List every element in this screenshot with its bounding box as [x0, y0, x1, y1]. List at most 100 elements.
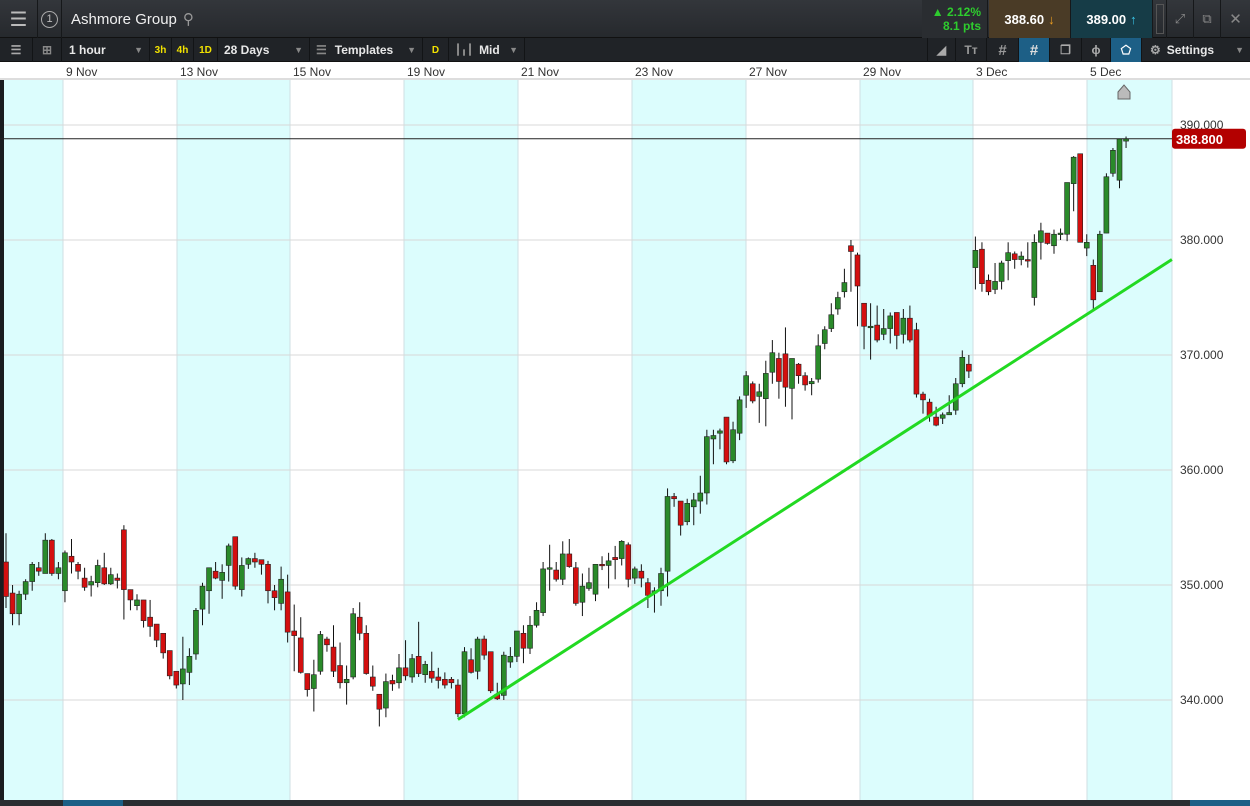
candle-up — [239, 565, 245, 590]
close-icon[interactable]: ✕ — [1221, 0, 1250, 38]
x-tick-label: 13 Nov — [180, 65, 219, 79]
candle-up — [108, 574, 114, 585]
chevron-down-icon: ▼ — [134, 45, 143, 55]
candle-down — [1077, 153, 1083, 243]
bottom-scrollbar[interactable] — [0, 800, 1250, 806]
candle-up — [762, 373, 769, 399]
arrow-down-icon: ↓ — [1048, 11, 1055, 27]
candle-down — [402, 667, 409, 677]
candle-down — [487, 651, 494, 692]
settings-button[interactable]: ⚙ Settings ▼ — [1142, 38, 1250, 62]
candle-up — [1103, 176, 1110, 234]
interval-3h-button[interactable]: 3h — [150, 38, 172, 62]
day-stripe — [1087, 80, 1172, 800]
x-tick-label: 21 Nov — [521, 65, 560, 79]
layers-icon[interactable]: ❐ — [1050, 38, 1082, 62]
candle-down — [232, 536, 239, 587]
settings-label: Settings — [1166, 43, 1215, 57]
left-edge — [0, 80, 4, 800]
day-stripe — [177, 80, 290, 800]
candle-up — [835, 297, 841, 310]
d-button[interactable]: D — [423, 38, 449, 62]
candle-up — [514, 630, 520, 657]
scroll-thumb-right[interactable] — [1190, 800, 1250, 806]
templates-select[interactable]: ☰ Templates ▼ — [310, 38, 423, 62]
menu-button[interactable]: ☰ — [0, 0, 38, 38]
candle-up — [730, 429, 736, 462]
arrow-up-icon: ↑ — [1130, 11, 1137, 27]
layout-icon[interactable]: ⊞ — [33, 38, 62, 62]
templates-label: Templates — [334, 43, 394, 57]
candle-down — [599, 563, 605, 567]
chart-toolbar: ☰ ⊞ 1 hour ▼ 3h 4h 1D 28 Days ▼ ☰ Templates… — [0, 38, 1250, 62]
candle-up — [396, 667, 402, 684]
hamburger-icon: ☰ — [9, 8, 28, 31]
popout-icon[interactable]: ⧉ — [1194, 0, 1221, 38]
candle-down — [455, 684, 461, 715]
candle-down — [638, 570, 645, 579]
interval-select[interactable]: 1 hour ▼ — [62, 38, 150, 62]
candle-up — [631, 568, 638, 579]
chart-canvas[interactable]: 390.000380.000370.000360.000350.000340.0… — [0, 80, 1250, 800]
candle-down — [874, 324, 880, 341]
candle-down — [645, 582, 651, 596]
candle-up — [690, 499, 697, 508]
candle-down — [324, 638, 330, 646]
range-value: 28 Days — [224, 43, 270, 57]
candle-down — [35, 567, 42, 572]
range-select[interactable]: 28 Days ▼ — [218, 38, 310, 62]
candle-down — [442, 678, 448, 686]
candle-down — [854, 254, 861, 287]
maximize-icon[interactable]: ⤢ — [1167, 0, 1194, 38]
candle-down — [160, 632, 166, 654]
candle-down — [671, 496, 677, 500]
candle-up — [789, 358, 795, 389]
x-tick-label: 5 Dec — [1090, 65, 1122, 79]
list-icon[interactable]: ☰ — [0, 38, 33, 62]
buy-button[interactable]: 389.00 ↑ — [1071, 0, 1153, 38]
interval-4h-button[interactable]: 4h — [172, 38, 194, 62]
number-one-icon: 1 — [41, 10, 58, 28]
scroll-thumb[interactable] — [63, 800, 123, 806]
interval-1d-button[interactable]: 1D — [194, 38, 218, 62]
depth-ladder-icon[interactable] — [1153, 0, 1167, 38]
grid-icon[interactable]: # — [987, 38, 1019, 62]
candle-up — [180, 668, 186, 685]
candle-up — [94, 565, 101, 584]
candle-up — [540, 568, 546, 613]
instrument-name: Ashmore Group — [71, 10, 177, 28]
sell-button[interactable]: 388.60 ↓ — [989, 0, 1071, 38]
link-group-button[interactable]: 1 — [38, 0, 62, 38]
candle-up — [959, 356, 966, 385]
x-tick-label: 3 Dec — [976, 65, 1008, 79]
time-axis: 9 Nov 13 Nov 15 Nov 19 Nov 21 Nov 23 Nov 27 No… — [0, 62, 1250, 80]
candle-up — [546, 567, 553, 570]
candle-down — [389, 680, 396, 685]
instrument-title[interactable]: Ashmore Group ⚲ — [62, 0, 922, 38]
candle-up — [461, 651, 468, 715]
sell-price: 388.60 — [1004, 11, 1045, 27]
candle-up — [225, 545, 232, 566]
snap-grid-icon[interactable]: # — [1019, 38, 1050, 62]
price-type-select[interactable]: ┃╻┃ Mid ▼ — [449, 38, 525, 62]
candle-down — [966, 363, 972, 372]
sliders-icon: ☰ — [316, 43, 327, 57]
search-icon[interactable]: ⚲ — [183, 10, 194, 28]
drawing-tool-icon[interactable]: ◢ — [927, 38, 956, 62]
candle-down — [3, 561, 9, 597]
price-chart[interactable]: 390.000 380.000 370.000 360.000 350.000 340.0… — [0, 80, 1250, 800]
text-size-icon[interactable]: Tт — [956, 38, 987, 62]
indicator-icon[interactable]: ϕ — [1082, 38, 1111, 62]
price-tag-icon[interactable]: ⬠ — [1111, 38, 1142, 62]
y-tick-label: 370.000 — [1180, 348, 1224, 362]
candle-up — [592, 563, 599, 595]
candle-down — [566, 553, 573, 567]
candle-up — [900, 317, 907, 335]
candle-down — [265, 563, 271, 592]
candle-down — [68, 555, 75, 563]
candle-up — [1005, 252, 1011, 261]
candles-icon: ┃╻┃ — [455, 44, 474, 56]
candle-down — [782, 353, 789, 388]
candle-up — [1018, 255, 1025, 260]
title-bar: ☰ 1 Ashmore Group ⚲ ▲ 2.12% 8.1 pts 388.… — [0, 0, 1250, 38]
